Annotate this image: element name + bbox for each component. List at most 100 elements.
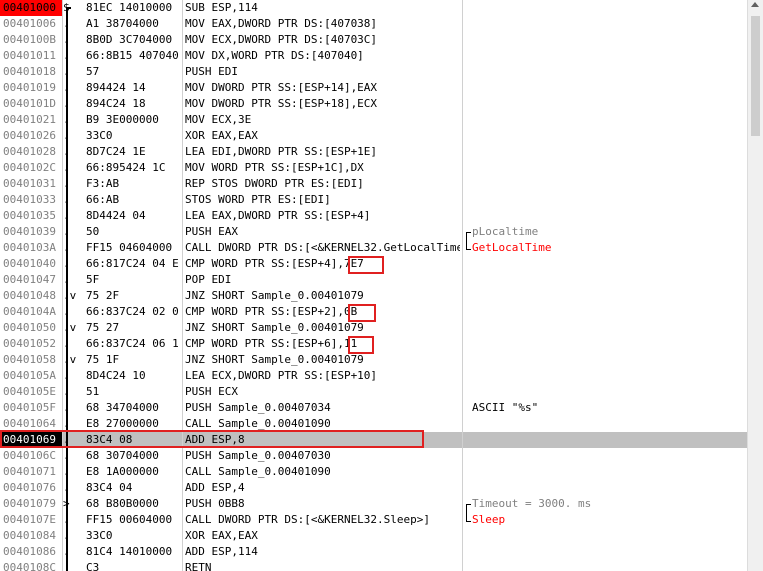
instruction-cell: SUB ESP,114	[185, 1, 258, 14]
instruction-cell: CALL DWORD PTR DS:[<&KERNEL32.Sleep>]	[185, 513, 431, 526]
instruction-cell: XOR EAX,EAX	[185, 529, 258, 542]
address-cell: 0040100B	[3, 33, 56, 46]
disassembly-row[interactable]: 00401035. 8D4424 04 LEA EAX,DWORD PTR SS:[…	[0, 208, 747, 224]
disassembly-row[interactable]: 0040103A. FF15 04604000 CALL DWORD PTR DS:…	[0, 240, 747, 256]
disassembly-row[interactable]: 00401071. E8 1A000000 CALL Sample_0.004010…	[0, 464, 747, 480]
comment-cell	[472, 208, 747, 224]
instruction-cell: JNZ SHORT Sample_0.00401079	[185, 353, 364, 366]
address-cell: 0040108C	[3, 561, 56, 571]
vertical-scrollbar[interactable]	[747, 0, 763, 571]
disassembly-row[interactable]: 00401079 >68 B80B0000 PUSH 0BB8 Timeout = 3…	[0, 496, 747, 512]
address-cell: 0040105A	[3, 369, 56, 382]
comment-cell	[472, 272, 747, 288]
instruction-cell: MOV EAX,DWORD PTR DS:[407038]	[185, 17, 378, 30]
disassembly-row[interactable]: 0040105A. 8D4C24 10 LEA ECX,DWORD PTR SS:[…	[0, 368, 747, 384]
disassembly-row[interactable]: 00401050 .v 75 27 JNZ SHORT Sample_0.004010…	[0, 320, 747, 336]
disassembly-row[interactable]: 00401052. 66:837C24 06 1 CMP WORD PTR SS:[…	[0, 336, 747, 352]
instruction-cell: MOV DWORD PTR SS:[ESP+14],EAX	[185, 81, 378, 94]
hex-dump-cell: 50	[86, 225, 100, 238]
comment-cell	[472, 288, 747, 304]
address-cell: 00401076	[3, 481, 56, 494]
hex-dump-cell: 8D4C24 10	[86, 369, 146, 382]
hex-dump-cell: 66:837C24 02 0	[86, 305, 179, 318]
hex-dump-cell: E8 1A000000	[86, 465, 159, 478]
disassembly-row[interactable]: 00401069. 83C4 08 ADD ESP,8	[0, 432, 747, 448]
address-cell: 00401058	[3, 353, 56, 366]
disassembly-row[interactable]: 00401031. F3:AB REP STOS DWORD PTR ES:[EDI…	[0, 176, 747, 192]
disassembly-row[interactable]: 00401018. 57 PUSH EDI	[0, 64, 747, 80]
disassembly-row[interactable]: 0040100B. 8B0D 3C704000 MOV ECX,DWORD PTR …	[0, 32, 747, 48]
address-cell: 0040104A	[3, 305, 56, 318]
comment-cell	[472, 304, 747, 320]
hex-dump-cell: 5F	[86, 273, 100, 286]
comment-cell	[472, 176, 747, 192]
disassembly-row[interactable]: 00401076. 83C4 04 ADD ESP,4	[0, 480, 747, 496]
address-cell: 00401079	[3, 497, 56, 510]
address-cell: 00401019	[3, 81, 56, 94]
address-cell: 0040105E	[3, 385, 56, 398]
scrollbar-thumb[interactable]	[751, 16, 760, 136]
comment-cell	[472, 128, 747, 144]
address-cell: 00401047	[3, 273, 56, 286]
disassembly-row[interactable]: 00401039. 50 PUSH EAX pLocaltime	[0, 224, 747, 240]
disassembly-row[interactable]: 0040105F. 68 34704000 PUSH Sample_0.004070…	[0, 400, 747, 416]
disassembly-row[interactable]: 00401006. A1 38704000 MOV EAX,DWORD PTR DS…	[0, 16, 747, 32]
disassembly-row[interactable]: 00401040. 66:817C24 04 E CMP WORD PTR SS:[…	[0, 256, 747, 272]
comment-cell: Timeout = 3000. ms	[472, 497, 592, 510]
disassembly-row[interactable]: 0040107E. FF15 00604000 CALL DWORD PTR DS:…	[0, 512, 747, 528]
disassembly-row[interactable]: 00401011. 66:8B15 407040 MOV DX,WORD PTR D…	[0, 48, 747, 64]
address-cell: 00401018	[3, 65, 56, 78]
address-cell: 00401071	[3, 465, 56, 478]
comment-cell	[472, 160, 747, 176]
disassembly-row[interactable]: 00401026. 33C0 XOR EAX,EAX	[0, 128, 747, 144]
comment-cell	[472, 368, 747, 384]
instruction-cell: MOV ECX,3E	[185, 113, 252, 126]
disassembly-row[interactable]: 00401019. 894424 14 MOV DWORD PTR SS:[ESP+…	[0, 80, 747, 96]
hex-dump-cell: 66:895424 1C	[86, 161, 166, 174]
disassembly-row[interactable]: 0040102C. 66:895424 1C MOV WORD PTR SS:[ES…	[0, 160, 747, 176]
disassembly-row[interactable]: 00401048 .v 75 2F JNZ SHORT Sample_0.004010…	[0, 288, 747, 304]
hex-dump-cell: 66:837C24 06 1	[86, 337, 179, 350]
instruction-cell: PUSH EAX	[185, 225, 238, 238]
comment-cell	[472, 48, 747, 64]
instruction-cell: POP EDI	[185, 273, 232, 286]
disassembly-row[interactable]: 0040101D. 894C24 18 MOV DWORD PTR SS:[ESP+…	[0, 96, 747, 112]
hex-dump-cell: 83C4 08	[86, 433, 133, 446]
address-cell: 00401069	[0, 432, 62, 448]
hex-dump-cell: 51	[86, 385, 100, 398]
hex-dump-cell: 33C0	[86, 529, 113, 542]
disassembly-row[interactable]: 00401028. 8D7C24 1E LEA EDI,DWORD PTR SS:[…	[0, 144, 747, 160]
hex-dump-cell: 68 B80B0000	[86, 497, 159, 510]
address-cell: 00401028	[3, 145, 56, 158]
disassembly-row[interactable]: 00401086. 81C4 14010000 ADD ESP,114	[0, 544, 747, 560]
comment-cell	[472, 480, 747, 496]
disassembly-row[interactable]: 00401064. E8 27000000 CALL Sample_0.004010…	[0, 416, 747, 432]
scroll-up-arrow-icon[interactable]	[751, 2, 759, 7]
disassembly-row[interactable]: 0040108C C3 RETN	[0, 560, 747, 571]
hex-dump-cell: 68 30704000	[86, 449, 159, 462]
disassembly-row[interactable]: 00401021. B9 3E000000 MOV ECX,3E	[0, 112, 747, 128]
disassembly-row[interactable]: 00401033. 66:AB STOS WORD PTR ES:[EDI]	[0, 192, 747, 208]
disassembly-row[interactable]: 00401000 $81EC 14010000 SUB ESP,114	[0, 0, 747, 16]
disassembly-row[interactable]: 00401058 .v 75 1F JNZ SHORT Sample_0.004010…	[0, 352, 747, 368]
disassembly-row[interactable]: 0040105E. 51 PUSH ECX	[0, 384, 747, 400]
address-cell: 00401048	[3, 289, 56, 302]
address-cell: 00401039	[3, 225, 56, 238]
disassembly-row[interactable]: 0040106C. 68 30704000 PUSH Sample_0.004070…	[0, 448, 747, 464]
address-cell: 00401052	[3, 337, 56, 350]
disassembly-row[interactable]: 00401047. 5F POP EDI	[0, 272, 747, 288]
address-cell: 0040106C	[3, 449, 56, 462]
disassembly-row[interactable]: 0040104A. 66:837C24 02 0 CMP WORD PTR SS:[…	[0, 304, 747, 320]
disassembly-pane[interactable]: 00401000 $81EC 14010000 SUB ESP,114 0040100…	[0, 0, 763, 571]
comment-cell	[472, 448, 747, 464]
comment-cell	[472, 352, 747, 368]
comment-cell	[472, 560, 747, 571]
hex-dump-cell: B9 3E000000	[86, 113, 159, 126]
instruction-cell: STOS WORD PTR ES:[EDI]	[185, 193, 331, 206]
address-cell: 00401021	[3, 113, 56, 126]
instruction-cell: PUSH Sample_0.00407034	[185, 401, 331, 414]
comment-cell	[472, 464, 747, 480]
disassembly-row[interactable]: 00401084. 33C0 XOR EAX,EAX	[0, 528, 747, 544]
hex-dump-cell: A1 38704000	[86, 17, 159, 30]
instruction-cell: CMP WORD PTR SS:[ESP+4],7E7	[185, 257, 364, 270]
